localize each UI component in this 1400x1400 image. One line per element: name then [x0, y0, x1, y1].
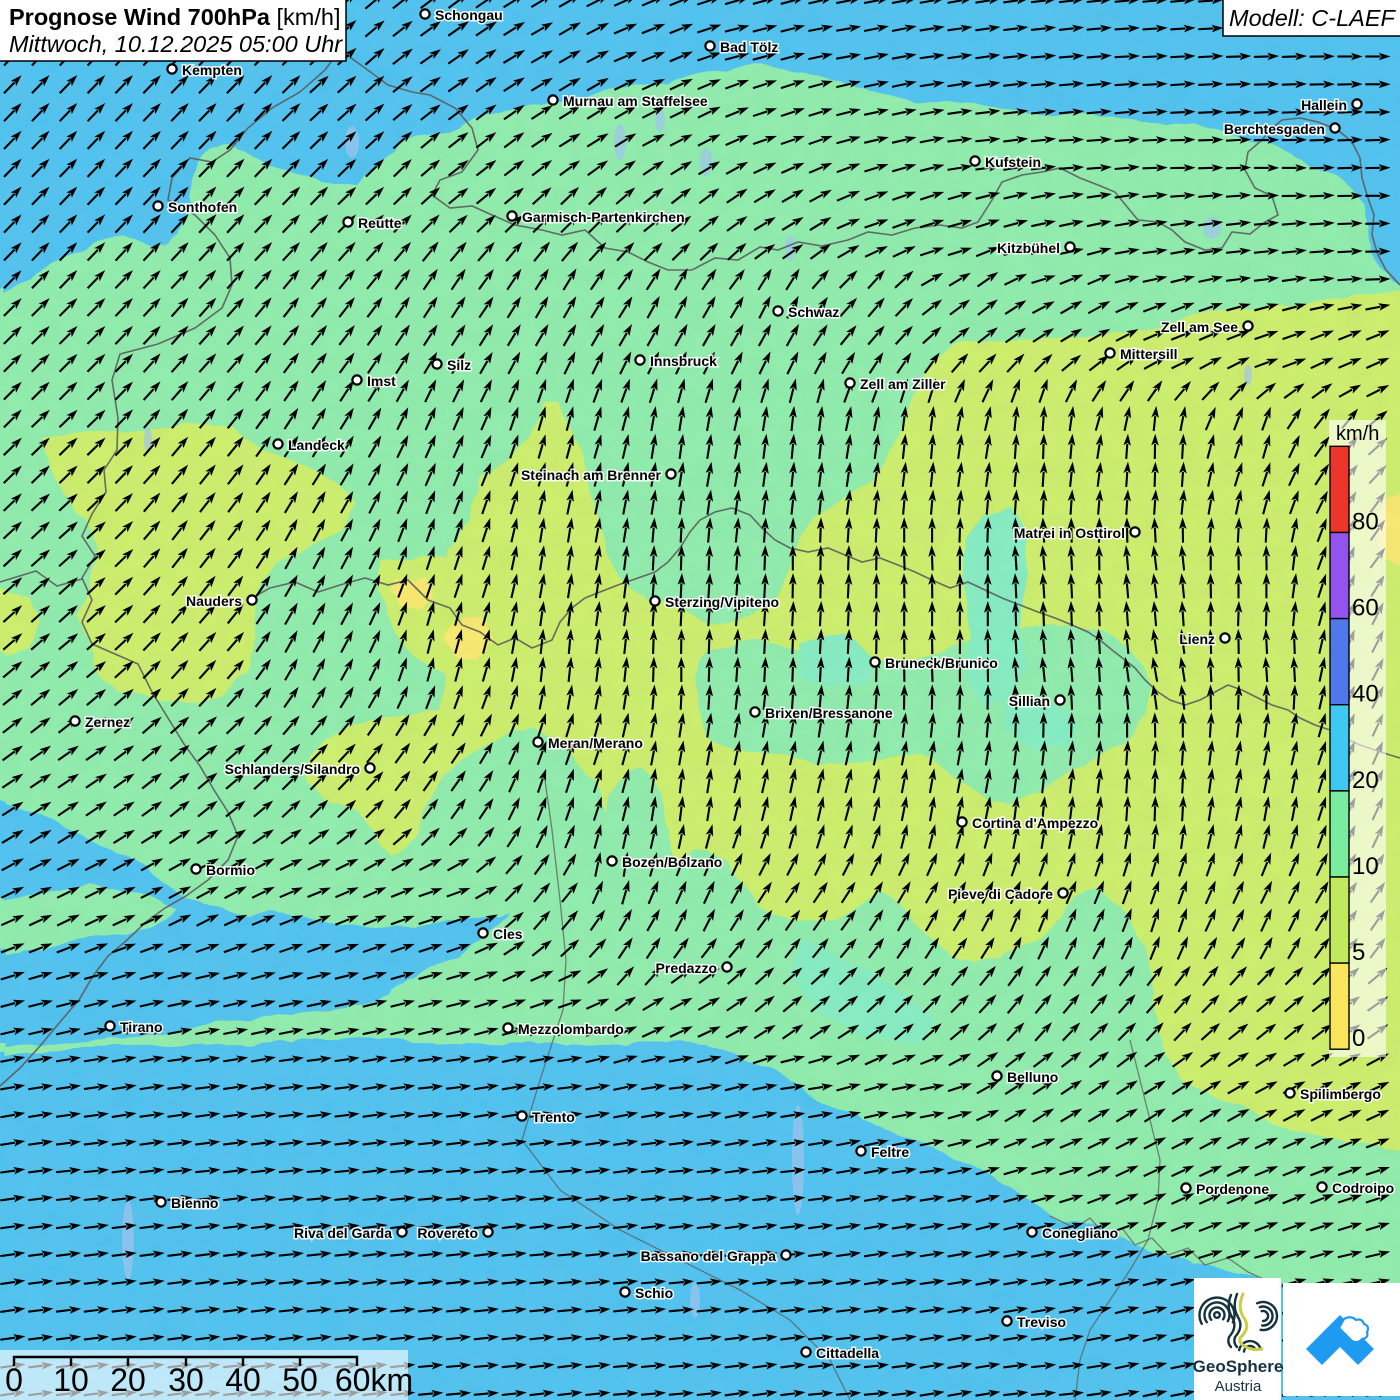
svg-text:Cles: Cles — [493, 926, 523, 942]
svg-text:Feltre: Feltre — [871, 1144, 909, 1160]
svg-text:Prognose Wind 700hPa [km/h]: Prognose Wind 700hPa [km/h] — [9, 4, 340, 30]
svg-text:Austria: Austria — [1215, 1378, 1262, 1395]
svg-text:Murnau am Staffelsee: Murnau am Staffelsee — [563, 93, 708, 109]
svg-text:Predazzo: Predazzo — [656, 960, 717, 976]
svg-text:Bozen/Bolzano: Bozen/Bolzano — [622, 854, 722, 870]
svg-text:Silz: Silz — [447, 357, 471, 373]
svg-text:30: 30 — [168, 1362, 204, 1398]
svg-text:Mittwoch, 10.12.2025 05:00 Uhr: Mittwoch, 10.12.2025 05:00 Uhr — [9, 31, 343, 57]
svg-text:Mittersill: Mittersill — [1120, 346, 1178, 362]
svg-text:0: 0 — [5, 1362, 23, 1398]
svg-text:Kitzbühel: Kitzbühel — [997, 240, 1060, 256]
svg-text:Codroipo: Codroipo — [1332, 1180, 1394, 1196]
svg-text:Garmisch-Partenkirchen: Garmisch-Partenkirchen — [522, 209, 685, 225]
svg-text:GeoSphere: GeoSphere — [1193, 1357, 1284, 1376]
svg-text:20: 20 — [110, 1362, 146, 1398]
svg-text:Hallein: Hallein — [1301, 97, 1347, 113]
svg-text:Sonthofen: Sonthofen — [168, 199, 237, 215]
svg-text:Pieve di Cadore: Pieve di Cadore — [948, 886, 1053, 902]
svg-text:km/h: km/h — [1336, 423, 1379, 445]
svg-text:Tirano: Tirano — [120, 1019, 163, 1035]
svg-text:Zell am See: Zell am See — [1161, 319, 1238, 335]
svg-text:Schongau: Schongau — [435, 7, 503, 23]
svg-text:40: 40 — [1352, 681, 1379, 708]
svg-text:40: 40 — [225, 1362, 261, 1398]
svg-text:Landeck: Landeck — [288, 437, 345, 453]
svg-text:Schwaz: Schwaz — [788, 304, 839, 320]
svg-text:Bormio: Bormio — [206, 862, 255, 878]
svg-text:Meran/Merano: Meran/Merano — [548, 735, 643, 751]
svg-text:Lienz: Lienz — [1179, 631, 1215, 647]
svg-text:Cittadella: Cittadella — [816, 1345, 879, 1361]
svg-text:5: 5 — [1352, 939, 1365, 966]
svg-text:50: 50 — [282, 1362, 318, 1398]
svg-text:Nauders: Nauders — [186, 593, 242, 609]
svg-text:Cortina d'Ampezzo: Cortina d'Ampezzo — [972, 815, 1098, 831]
svg-text:10: 10 — [53, 1362, 89, 1398]
svg-text:Berchtesgaden: Berchtesgaden — [1224, 121, 1325, 137]
svg-text:Schlanders/Silandro: Schlanders/Silandro — [225, 761, 360, 777]
svg-text:60km: 60km — [335, 1362, 413, 1398]
svg-text:Belluno: Belluno — [1007, 1069, 1058, 1085]
svg-text:Trento: Trento — [532, 1109, 575, 1125]
svg-text:Kempten: Kempten — [182, 62, 242, 78]
svg-text:Treviso: Treviso — [1017, 1314, 1066, 1330]
svg-text:Bassano del Grappa: Bassano del Grappa — [641, 1248, 777, 1264]
svg-text:Bad Tölz: Bad Tölz — [720, 39, 778, 55]
svg-text:Rovereto: Rovereto — [417, 1225, 478, 1241]
svg-text:Brixen/Bressanone: Brixen/Bressanone — [765, 705, 893, 721]
svg-text:80: 80 — [1352, 509, 1379, 536]
svg-text:Kufstein: Kufstein — [985, 154, 1041, 170]
svg-text:Bienno: Bienno — [171, 1195, 218, 1211]
svg-text:Innsbruck: Innsbruck — [650, 353, 717, 369]
svg-text:Zernez: Zernez — [85, 714, 130, 730]
svg-text:0: 0 — [1352, 1025, 1365, 1052]
svg-text:Pordenone: Pordenone — [1196, 1181, 1269, 1197]
svg-text:Imst: Imst — [367, 373, 396, 389]
svg-text:Schio: Schio — [635, 1285, 673, 1301]
svg-text:Matrei in Osttirol: Matrei in Osttirol — [1014, 525, 1125, 541]
svg-text:Sterzing/Vipiteno: Sterzing/Vipiteno — [665, 594, 779, 610]
svg-text:60: 60 — [1352, 595, 1379, 622]
svg-text:20: 20 — [1352, 767, 1379, 794]
svg-text:Zell am Ziller: Zell am Ziller — [860, 376, 946, 392]
svg-text:Mezzolombardo: Mezzolombardo — [518, 1021, 624, 1037]
svg-text:Sillian: Sillian — [1009, 693, 1050, 709]
svg-text:Bruneck/Brunico: Bruneck/Brunico — [885, 655, 998, 671]
svg-text:Spilimbergo: Spilimbergo — [1300, 1086, 1381, 1102]
svg-text:Steinach am Brenner: Steinach am Brenner — [521, 467, 662, 483]
svg-text:Conegliano: Conegliano — [1042, 1225, 1118, 1241]
svg-text:10: 10 — [1352, 853, 1379, 880]
svg-text:Reutte: Reutte — [358, 215, 402, 231]
svg-text:Modell: C-LAEF: Modell: C-LAEF — [1229, 5, 1396, 31]
svg-text:Riva del Garda: Riva del Garda — [294, 1225, 392, 1241]
